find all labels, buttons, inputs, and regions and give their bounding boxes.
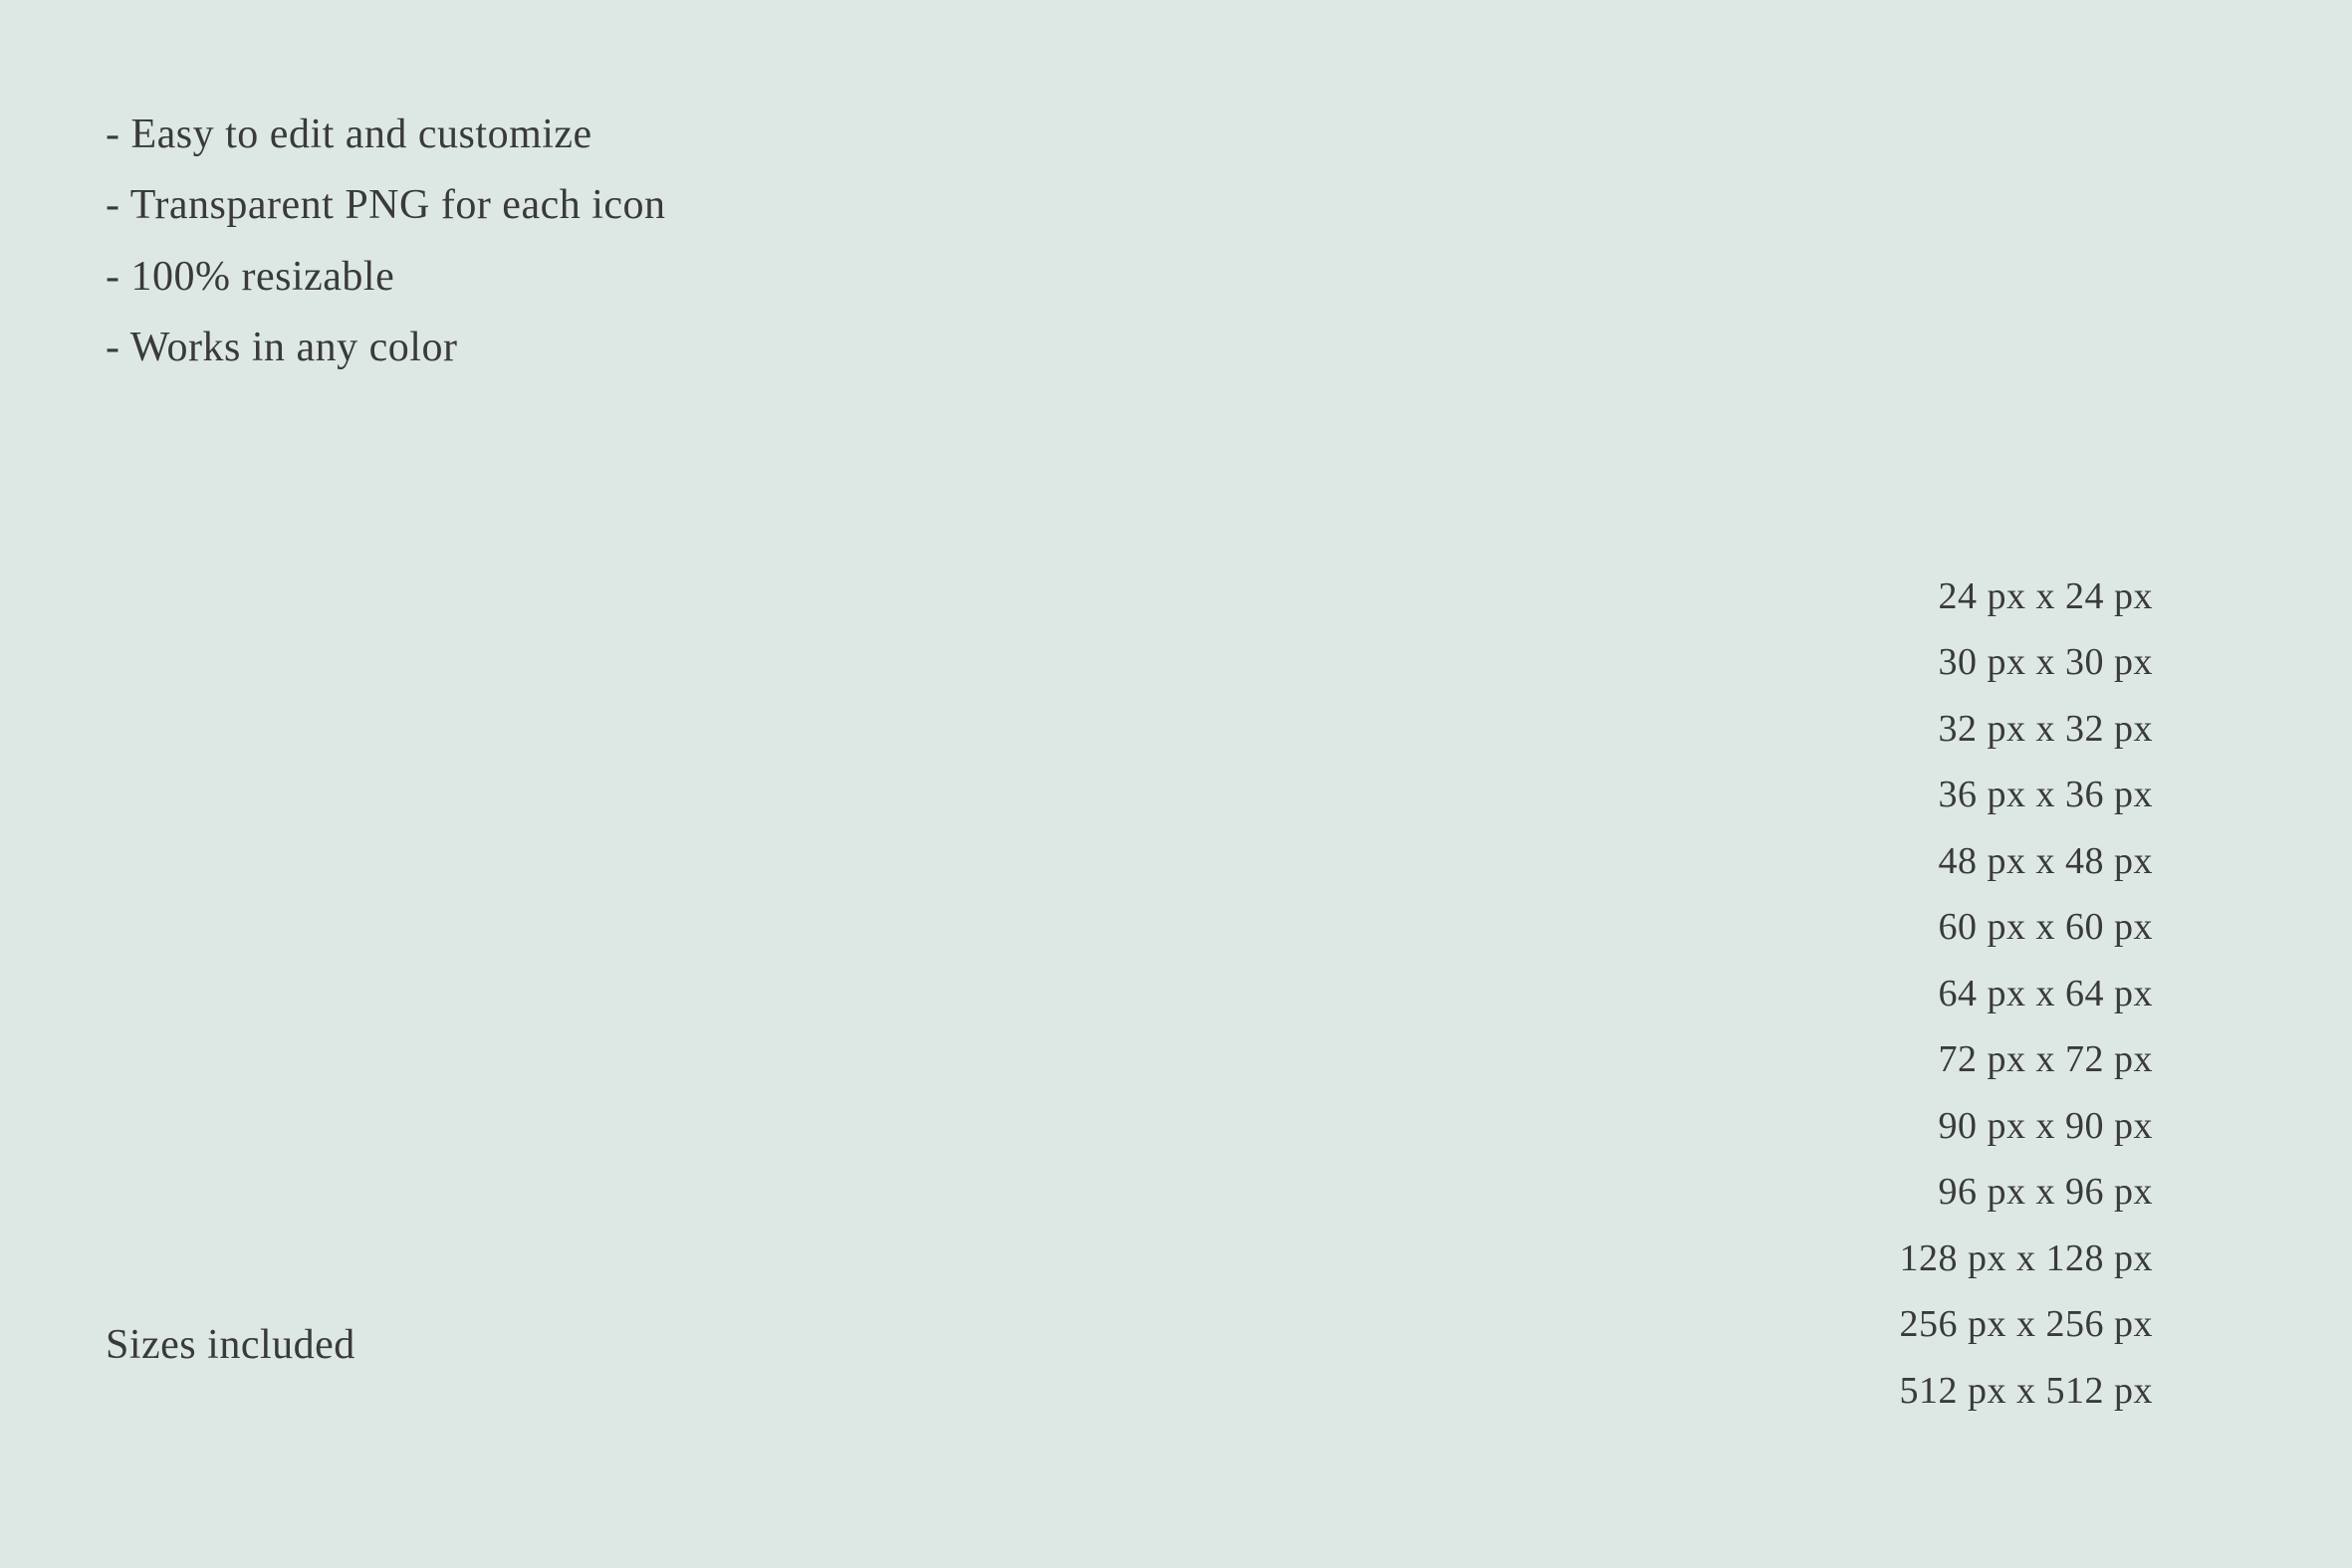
size-item-8: 72 px x 72 px [1900, 1026, 2154, 1093]
feature-item-1: - Easy to edit and customize [106, 100, 666, 170]
features-section: - Easy to edit and customize - Transpare… [106, 100, 666, 384]
feature-item-2: - Transparent PNG for each icon [106, 170, 666, 241]
size-item-3: 32 px x 32 px [1900, 696, 2154, 763]
size-item-7: 64 px x 64 px [1900, 961, 2154, 1027]
sizes-section: Sizes included [106, 1321, 355, 1369]
size-item-5: 48 px x 48 px [1900, 828, 2154, 895]
feature-item-4: - Works in any color [106, 313, 666, 383]
size-item-4: 36 px x 36 px [1900, 762, 2154, 828]
size-item-10: 96 px x 96 px [1900, 1159, 2154, 1226]
size-item-1: 24 px x 24 px [1900, 563, 2154, 630]
size-item-12: 256 px x 256 px [1900, 1291, 2154, 1358]
size-item-13: 512 px x 512 px [1900, 1358, 2154, 1425]
size-item-6: 60 px x 60 px [1900, 894, 2154, 961]
size-item-2: 30 px x 30 px [1900, 629, 2154, 696]
size-item-11: 128 px x 128 px [1900, 1226, 2154, 1292]
feature-item-3: - 100% resizable [106, 242, 666, 313]
size-item-9: 90 px x 90 px [1900, 1093, 2154, 1160]
sizes-list: 24 px x 24 px 30 px x 30 px 32 px x 32 p… [1900, 563, 2154, 1425]
sizes-label: Sizes included [106, 1321, 355, 1369]
